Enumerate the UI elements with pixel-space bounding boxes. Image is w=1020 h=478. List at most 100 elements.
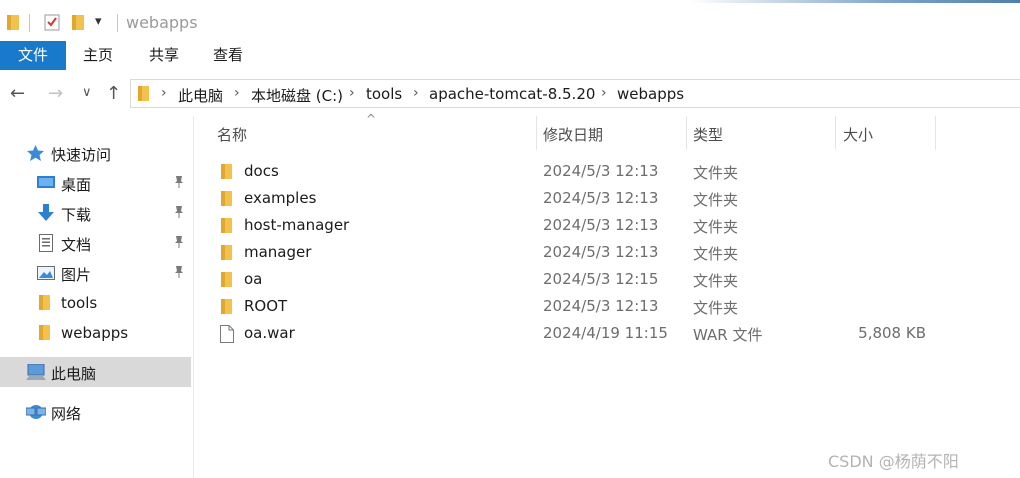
file-name: ROOT xyxy=(244,297,288,315)
star-icon xyxy=(27,145,44,165)
breadcrumb-separator-icon[interactable]: › xyxy=(601,85,607,101)
sidebar-item-label: 下载 xyxy=(61,206,92,224)
sidebar-item-quick-access[interactable]: 快速访问 xyxy=(0,138,191,168)
recent-locations-button[interactable]: ∨ xyxy=(82,85,92,100)
folder-icon[interactable] xyxy=(6,13,20,35)
sidebar-item-label: tools xyxy=(61,294,98,312)
network-icon xyxy=(25,403,47,425)
table-row[interactable]: oa 2024/5/3 12:15 文件夹 xyxy=(194,266,1020,293)
file-icon xyxy=(220,325,234,347)
title-bar: ▾ webapps xyxy=(0,3,1020,41)
sidebar-item-webapps[interactable]: webapps xyxy=(0,318,191,348)
sidebar-item-network[interactable]: 网络 xyxy=(0,397,191,427)
navigation-pane: 快速访问 桌面 下载 文档 图片 tools webapps 此电脑 网络 xyxy=(0,116,194,478)
column-header-type[interactable]: 类型 xyxy=(687,116,835,150)
file-name: host-manager xyxy=(244,216,350,234)
folder-icon xyxy=(220,217,233,238)
navigation-bar: ← → ∨ ↑ › 此电脑 › 本地磁盘 (C:) › tools › apac… xyxy=(0,70,1020,116)
window-title: webapps xyxy=(126,13,198,32)
folder-icon xyxy=(220,163,233,184)
tab-file[interactable]: 文件 xyxy=(0,41,66,70)
file-name: manager xyxy=(244,243,312,261)
picture-icon xyxy=(37,266,55,284)
breadcrumb-webapps[interactable]: webapps xyxy=(617,85,684,103)
file-date: 2024/5/3 12:13 xyxy=(543,243,659,261)
sidebar-item-this-pc[interactable]: 此电脑 xyxy=(0,357,191,387)
file-date: 2024/4/19 11:15 xyxy=(543,324,668,342)
breadcrumb-separator-icon[interactable]: › xyxy=(234,85,240,101)
breadcrumb-separator-icon[interactable]: › xyxy=(349,85,355,101)
file-type: 文件夹 xyxy=(693,272,739,290)
table-row[interactable]: oa.war 2024/4/19 11:15 WAR 文件 5,808 KB xyxy=(194,320,1020,347)
column-divider[interactable] xyxy=(935,116,936,150)
ribbon-tabs: 文件 主页 共享 查看 xyxy=(0,41,1020,71)
tab-share[interactable]: 共享 xyxy=(136,41,192,70)
breadcrumb-tools[interactable]: tools xyxy=(366,85,402,103)
tab-view[interactable]: 查看 xyxy=(200,41,256,70)
sidebar-item-label: webapps xyxy=(61,324,129,342)
file-date: 2024/5/3 12:13 xyxy=(543,189,659,207)
file-date: 2024/5/3 12:13 xyxy=(543,216,659,234)
sidebar-item-documents[interactable]: 文档 xyxy=(0,228,191,258)
table-row[interactable]: docs 2024/5/3 12:13 文件夹 xyxy=(194,158,1020,185)
table-row[interactable]: examples 2024/5/3 12:13 文件夹 xyxy=(194,185,1020,212)
properties-checkmark-icon[interactable] xyxy=(44,13,60,35)
desktop-icon xyxy=(37,176,55,194)
folder-icon xyxy=(38,324,51,345)
breadcrumb-this-pc[interactable]: 此电脑 xyxy=(178,85,223,106)
pin-icon[interactable] xyxy=(173,265,185,282)
pin-icon[interactable] xyxy=(173,175,185,192)
pin-icon[interactable] xyxy=(173,235,185,252)
sidebar-item-tools[interactable]: tools xyxy=(0,288,191,318)
file-type: WAR 文件 xyxy=(693,326,763,344)
file-type: 文件夹 xyxy=(693,191,739,209)
breadcrumb-separator-icon[interactable]: › xyxy=(161,85,167,101)
breadcrumb-local-disk[interactable]: 本地磁盘 (C:) xyxy=(251,85,343,106)
sidebar-item-label: 文档 xyxy=(61,236,92,254)
table-row[interactable]: host-manager 2024/5/3 12:13 文件夹 xyxy=(194,212,1020,239)
column-header-label: 修改日期 xyxy=(543,126,604,144)
file-type: 文件夹 xyxy=(693,164,739,182)
file-type: 文件夹 xyxy=(693,245,739,263)
table-row[interactable]: manager 2024/5/3 12:13 文件夹 xyxy=(194,239,1020,266)
column-header-size[interactable]: 大小 xyxy=(836,116,935,150)
column-header-name[interactable]: 名称 xyxy=(194,116,536,150)
column-header-date[interactable]: 修改日期 xyxy=(537,116,686,150)
file-name: oa.war xyxy=(244,324,295,342)
sidebar-item-label: 网络 xyxy=(51,405,82,423)
folder-icon xyxy=(220,298,233,319)
file-date: 2024/5/3 12:15 xyxy=(543,270,659,288)
address-bar[interactable]: › 此电脑 › 本地磁盘 (C:) › tools › apache-tomca… xyxy=(130,79,1020,108)
file-type: 文件夹 xyxy=(693,299,739,317)
sidebar-item-label: 快速访问 xyxy=(51,146,112,164)
file-name: examples xyxy=(244,189,317,207)
column-header-label: 大小 xyxy=(843,126,874,144)
sidebar-item-label: 图片 xyxy=(61,266,92,284)
back-button[interactable]: ← xyxy=(10,83,25,104)
table-row[interactable]: ROOT 2024/5/3 12:13 文件夹 xyxy=(194,293,1020,320)
column-header-label: 名称 xyxy=(217,126,248,144)
file-date: 2024/5/3 12:13 xyxy=(543,162,659,180)
sidebar-item-desktop[interactable]: 桌面 xyxy=(0,168,191,198)
file-name: oa xyxy=(244,270,263,288)
tab-home[interactable]: 主页 xyxy=(70,41,126,70)
forward-button[interactable]: → xyxy=(48,83,63,104)
up-button[interactable]: ↑ xyxy=(106,83,121,104)
sidebar-item-pictures[interactable]: 图片 xyxy=(0,258,191,288)
pin-icon[interactable] xyxy=(173,205,185,222)
file-size: 5,808 KB xyxy=(858,324,926,342)
quick-access-dropdown-icon[interactable]: ▾ xyxy=(95,14,102,29)
new-folder-icon[interactable] xyxy=(71,13,85,35)
document-icon xyxy=(39,234,53,256)
folder-icon xyxy=(220,244,233,265)
breadcrumb-separator-icon[interactable]: › xyxy=(413,85,419,101)
file-date: 2024/5/3 12:13 xyxy=(543,297,659,315)
file-name: docs xyxy=(244,162,279,180)
computer-icon xyxy=(26,363,46,384)
sidebar-item-label: 桌面 xyxy=(61,176,92,194)
folder-icon xyxy=(220,271,233,292)
watermark: CSDN @杨荫不阳 xyxy=(828,452,959,471)
breadcrumb-apache-tomcat[interactable]: apache-tomcat-8.5.20 xyxy=(429,85,595,103)
sidebar-item-downloads[interactable]: 下载 xyxy=(0,198,191,228)
download-icon xyxy=(38,204,54,226)
